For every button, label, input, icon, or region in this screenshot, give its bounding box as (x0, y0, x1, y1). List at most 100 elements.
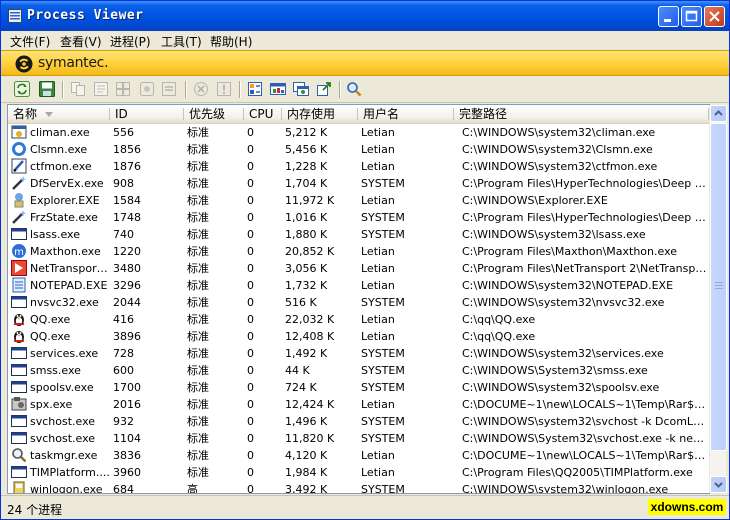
table-row[interactable]: nvsvc32.exe 2044 标准 0 516 K SYSTEM C:\WINDOWS\… (8, 294, 709, 311)
table-row[interactable]: climan.exe 556 标准 0 5,212 K Letian C:\WINDOWS\… (8, 124, 709, 141)
column-header-label: CPU (249, 107, 274, 121)
cell-id: 932 (113, 415, 134, 428)
toolbar-separator (62, 81, 63, 98)
cell-path: C:\WINDOWS\system32\spoolsv.exe (462, 381, 660, 394)
cell-name: NOTEPAD.EXE (30, 279, 108, 292)
column-header-cpu[interactable]: CPU (244, 105, 282, 123)
cell-priority: 标准 (187, 415, 209, 428)
export-icon[interactable] (316, 81, 332, 97)
close-button[interactable] (704, 6, 725, 27)
cell-priority: 标准 (187, 313, 209, 326)
cell-path: C:\Program Files\HyperTechnologies\Deep … (462, 211, 707, 224)
menu-file[interactable]: 文件(F) (10, 33, 50, 50)
table-row[interactable]: QQ.exe 416 标准 0 22,032 K Letian C:\qq\QQ.exe (8, 311, 709, 328)
scroll-thumb[interactable] (710, 123, 727, 451)
brand-name: symantec. (38, 55, 109, 71)
menu-process[interactable]: 进程(P) (110, 33, 151, 50)
chevron-up-icon (714, 110, 723, 116)
services-icon[interactable] (293, 81, 309, 97)
table-row[interactable]: svchost.exe 932 标准 0 1,496 K SYSTEM C:\WINDOWS… (8, 413, 709, 430)
warning-icon[interactable] (216, 81, 232, 97)
scroll-up-button[interactable] (710, 105, 727, 122)
table-row[interactable]: FrzState.exe 1748 标准 0 1,016 K SYSTEM C:\Progr… (8, 209, 709, 226)
cell-cpu: 0 (247, 245, 254, 258)
cell-id: 1748 (113, 211, 141, 224)
cell-name: svchost.exe (30, 415, 96, 428)
threads-icon[interactable] (139, 81, 155, 97)
column-header-user[interactable]: 用户名 (358, 105, 454, 123)
cell-user: Letian (361, 194, 395, 207)
column-header-path[interactable]: 完整路径 (454, 105, 709, 123)
process-list[interactable]: 名称 ID 优先级 CPU 内存使用 用户名 完整路径 climan.exe 55… (7, 104, 710, 494)
column-header-label: 优先级 (189, 107, 226, 121)
column-header-label: 名称 (13, 107, 38, 121)
table-row[interactable]: spx.exe 2016 标准 0 12,424 K Letian C:\DOCUME~1\… (8, 396, 709, 413)
table-row[interactable]: Explorer.EXE 1584 标准 0 11,972 K Letian C:\WIND… (8, 192, 709, 209)
cell-memory: 1,880 K (285, 228, 328, 241)
table-row[interactable]: services.exe 728 标准 0 1,492 K SYSTEM C:\WINDOW… (8, 345, 709, 362)
table-row[interactable]: NetTransport... 3480 标准 0 3,056 K Letian C:\Pr… (8, 260, 709, 277)
column-header-id[interactable]: ID (110, 105, 184, 123)
menu-tools[interactable]: 工具(T) (161, 33, 202, 50)
cell-id: 3896 (113, 330, 141, 343)
copy-icon[interactable] (70, 81, 86, 97)
cell-memory: 1,496 K (285, 415, 328, 428)
cell-priority: 标准 (187, 398, 209, 411)
column-header-memory[interactable]: 内存使用 (282, 105, 358, 123)
table-row[interactable]: DfServEx.exe 908 标准 0 1,704 K SYSTEM C:\Progra… (8, 175, 709, 192)
cell-user: Letian (361, 449, 395, 462)
table-row[interactable]: QQ.exe 3896 标准 0 12,408 K Letian C:\qq\QQ.exe (8, 328, 709, 345)
cell-cpu: 0 (247, 262, 254, 275)
table-row[interactable]: winlogon.exe 684 高 0 3,492 K SYSTEM C:\WINDOWS… (8, 481, 709, 493)
window-list-icon[interactable] (270, 81, 286, 97)
table-row[interactable]: smss.exe 600 标准 0 44 K SYSTEM C:\WINDOWS\Syste… (8, 362, 709, 379)
cell-path: C:\WINDOWS\system32\lsass.exe (462, 228, 646, 241)
cell-id: 1876 (113, 160, 141, 173)
priority-icon[interactable] (247, 81, 263, 97)
table-row[interactable]: Clsmn.exe 1856 标准 0 5,456 K Letian C:\WINDOWS\… (8, 141, 709, 158)
minimize-button[interactable] (658, 6, 679, 27)
menu-bar: 文件(F) 查看(V) 进程(P) 工具(T) 帮助(H) (1, 31, 729, 50)
cell-priority: 标准 (187, 296, 209, 309)
find-icon[interactable] (346, 81, 362, 97)
modules-icon[interactable] (115, 81, 131, 97)
toolbar-separator (185, 81, 186, 98)
table-row[interactable]: spoolsv.exe 1700 标准 0 724 K SYSTEM C:\WINDOWS\… (8, 379, 709, 396)
menu-help[interactable]: 帮助(H) (210, 33, 252, 50)
cell-name: QQ.exe (30, 313, 71, 326)
maximize-icon (685, 10, 698, 22)
properties-icon[interactable] (93, 81, 109, 97)
cell-path: C:\Program Files\NetTransport 2\NetTrans… (462, 262, 707, 275)
cell-cpu: 0 (247, 466, 254, 479)
column-header-name[interactable]: 名称 (8, 105, 110, 123)
cell-memory: 4,120 K (285, 449, 328, 462)
cell-name: spoolsv.exe (30, 381, 94, 394)
table-row[interactable]: svchost.exe 1104 标准 0 11,820 K SYSTEM C:\WINDO… (8, 430, 709, 447)
table-row[interactable]: lsass.exe 740 标准 0 1,880 K SYSTEM C:\WINDOWS\s… (8, 226, 709, 243)
save-icon[interactable] (39, 81, 55, 97)
cell-id: 1220 (113, 245, 141, 258)
cell-user: Letian (361, 398, 395, 411)
scroll-down-button[interactable] (710, 476, 727, 493)
details-icon[interactable] (161, 81, 177, 97)
table-row[interactable]: NOTEPAD.EXE 3296 标准 0 1,732 K Letian C:\WINDOW… (8, 277, 709, 294)
cell-path: C:\DOCUME~1\new\LOCALS~1\Temp\Rar$EX... (462, 449, 707, 462)
table-row[interactable]: ctfmon.exe 1876 标准 0 1,228 K Letian C:\WINDOWS… (8, 158, 709, 175)
cell-memory: 1,228 K (285, 160, 328, 173)
menu-view[interactable]: 查看(V) (60, 33, 102, 50)
cell-priority: 标准 (187, 432, 209, 445)
vertical-scrollbar[interactable] (709, 105, 727, 493)
status-bar: 24 个进程 xdowns.com (1, 495, 729, 519)
kill-process-icon[interactable] (193, 81, 209, 97)
table-row[interactable]: taskmgr.exe 3836 标准 0 4,120 K Letian C:\DOCUME… (8, 447, 709, 464)
column-header-label: 完整路径 (459, 107, 508, 121)
cell-memory: 724 K (285, 381, 317, 394)
title-bar[interactable]: Process Viewer (1, 1, 729, 31)
refresh-icon[interactable] (14, 81, 30, 97)
cell-priority: 标准 (187, 211, 209, 224)
column-header-priority[interactable]: 优先级 (184, 105, 244, 123)
maximize-button[interactable] (681, 6, 702, 27)
cell-name: lsass.exe (30, 228, 80, 241)
table-row[interactable]: m Maxthon.exe 1220 标准 0 20,852 K Letian C:\Prog… (8, 243, 709, 260)
table-row[interactable]: TIMPlatform.... 3960 标准 0 1,984 K Letian C:\Pr… (8, 464, 709, 481)
